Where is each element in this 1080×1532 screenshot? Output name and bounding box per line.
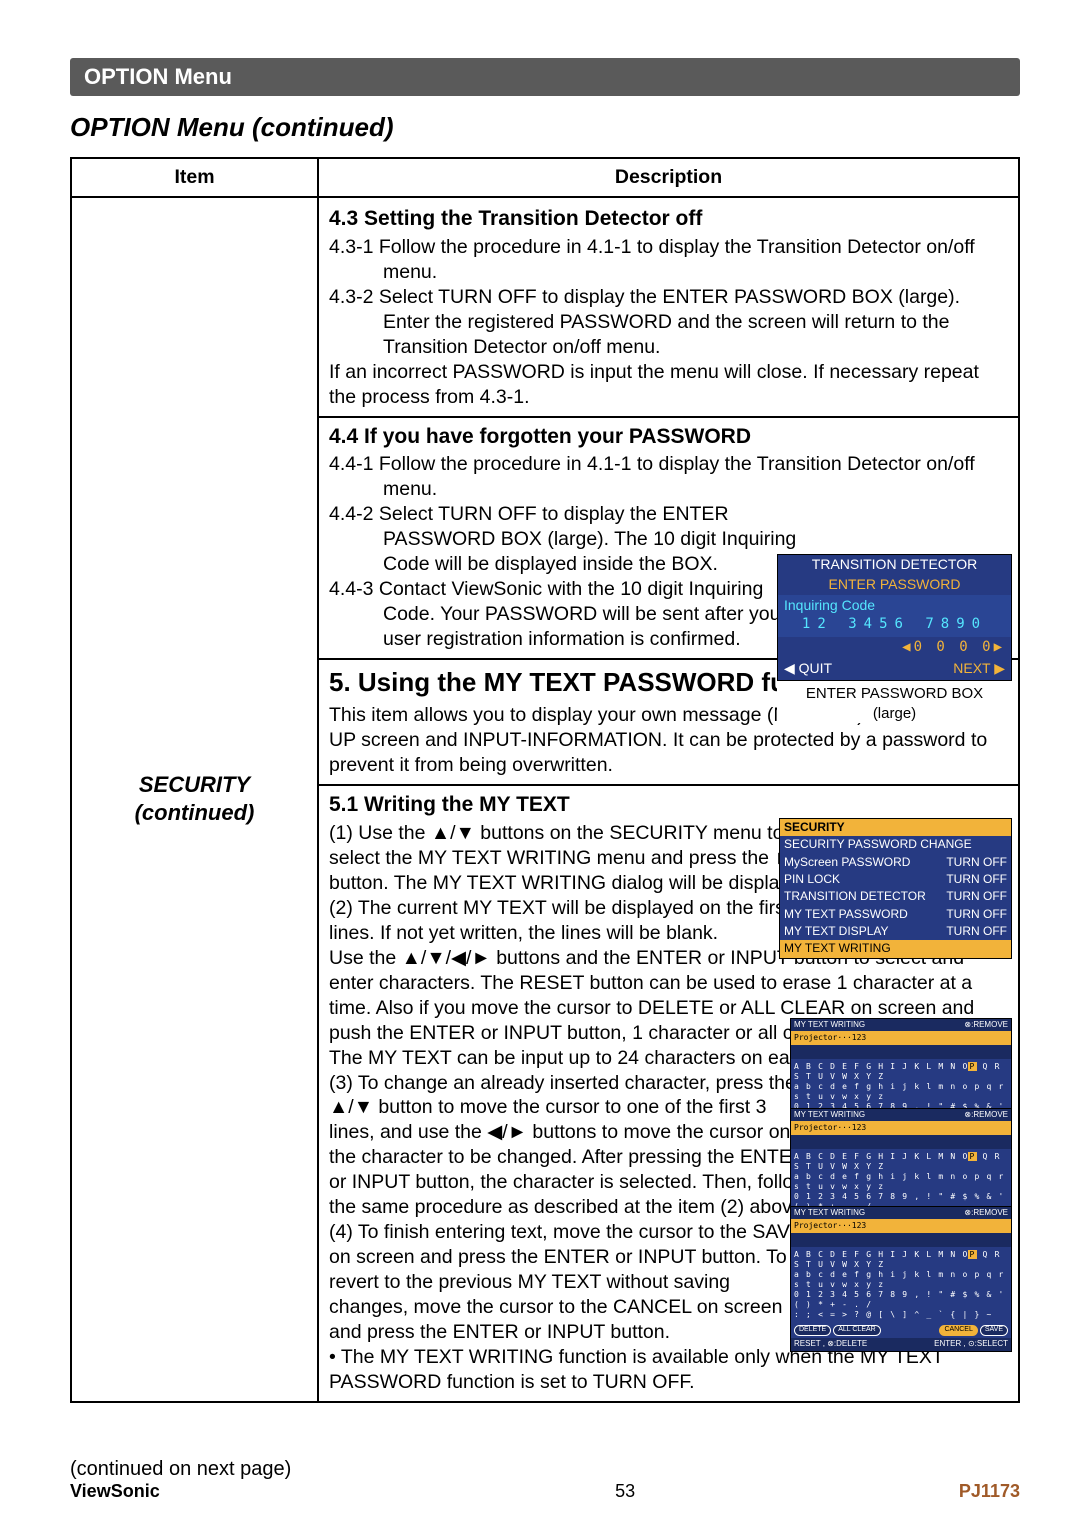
h-5-1: 5.1 Writing the MY TEXT	[329, 792, 1008, 819]
p-4-3-1b: menu.	[383, 260, 1008, 285]
h-4-3: 4.3 Setting the Transition Detector off	[329, 206, 1008, 233]
page-number: 53	[615, 1481, 635, 1502]
model-number: PJ1173	[959, 1481, 1020, 1502]
p-4-4-1b: menu.	[383, 477, 1008, 502]
p-4-4-2b: PASSWORD BOX (large). The 10 digit Inqui…	[383, 527, 833, 552]
p-5-1-4: (4) To finish entering text, move the cu…	[329, 1220, 809, 1345]
item-continued: (continued)	[82, 799, 307, 827]
continued-note: (continued on next page)	[70, 1458, 291, 1480]
p-4-3-3: If an incorrect PASSWORD is input the me…	[329, 360, 1008, 410]
p-5-1-1: (1) Use the ▲/▼ buttons on the SECURITY …	[329, 821, 819, 896]
option-table: Item Description SECURITY (continued) TR…	[70, 157, 1020, 1403]
p-4-4-3b: Code. Your PASSWORD will be sent after y…	[383, 602, 833, 627]
col-desc: Description	[318, 158, 1019, 197]
security-menu-figure: SECURITY SECURITY PASSWORD CHANGEMyScree…	[779, 818, 1012, 959]
p-4-4-2a: 4.4-2 Select TURN OFF to display the ENT…	[329, 502, 819, 527]
section-tab: OPTION Menu	[70, 58, 1020, 96]
item-security: SECURITY	[82, 771, 307, 799]
col-item: Item	[71, 158, 318, 197]
p-4-3-2c: Transition Detector on/off menu.	[383, 335, 1008, 360]
p-4-3-2a: 4.3-2 Select TURN OFF to display the ENT…	[329, 285, 1008, 310]
p-4-4-3c: user registration information is confirm…	[383, 627, 833, 652]
h-4-4: 4.4 If you have forgotten your PASSWORD	[329, 424, 1008, 451]
p-5-1-2: (2) The current MY TEXT will be displaye…	[329, 896, 829, 946]
p-5-1-3: (3) To change an already inserted charac…	[329, 1071, 809, 1221]
enter-password-box-figure: TRANSITION DETECTOR ENTER PASSWORD Inqui…	[777, 554, 1012, 723]
kb-figure-3: MY TEXT WRITING⊗:REMOVEProjector···123A …	[790, 1206, 1012, 1352]
p-4-3-1: 4.3-1 Follow the procedure in 4.1-1 to d…	[329, 235, 1008, 260]
brand: ViewSonic	[70, 1481, 160, 1501]
p-4-4-2c: Code will be displayed inside the BOX.	[383, 552, 833, 577]
page-title: OPTION Menu (continued)	[70, 112, 1020, 143]
p-4-3-2b: Enter the registered PASSWORD and the sc…	[383, 310, 1008, 335]
p-4-4-1: 4.4-1 Follow the procedure in 4.1-1 to d…	[329, 452, 1008, 477]
p-5-1-note: • The MY TEXT WRITING function is availa…	[329, 1345, 1008, 1395]
p-4-4-3a: 4.4-3 Contact ViewSonic with the 10 digi…	[329, 577, 819, 602]
